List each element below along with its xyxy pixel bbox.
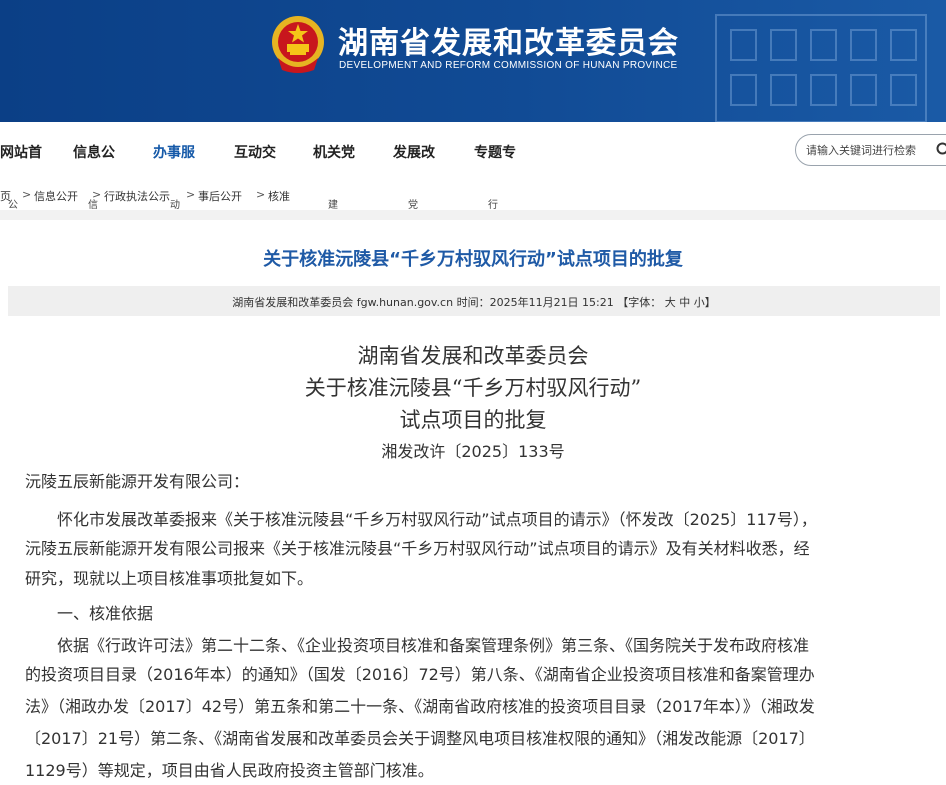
- breadcrumb-info-disclosure[interactable]: 信息公开: [34, 188, 78, 204]
- doc-heading-line: 湖南省发展和改革委员会: [357, 344, 589, 368]
- dropdown-ghost-text: 建: [328, 200, 338, 211]
- dropdown-ghost-text: 公: [8, 200, 18, 211]
- nav-party[interactable]: 机关党: [313, 142, 355, 162]
- breadcrumb-separator: >: [186, 188, 196, 201]
- search-input[interactable]: [806, 135, 946, 165]
- breadcrumb-enforcement[interactable]: 行政执法公示: [104, 188, 170, 204]
- article-meta: 湖南省发展和改革委员会 fgw.hunan.gov.cn 时间：2025年11月…: [232, 296, 716, 309]
- article-meta-bar: 湖南省发展和改革委员会 fgw.hunan.gov.cn 时间：2025年11月…: [8, 286, 940, 316]
- doc-heading-line: 试点项目的批复: [399, 408, 547, 432]
- paragraph-line: 法》（湘政办发〔2017〕42号）第五条和第二十一条、《湖南省政府核准的投资项目…: [25, 697, 815, 716]
- doc-heading-line: 关于核准沅陵县“千乡万村驭风行动”: [304, 376, 642, 400]
- nav-topics[interactable]: 专题专: [474, 142, 516, 162]
- article-title: 关于核准沅陵县“千乡万村驭风行动”试点项目的批复: [263, 249, 683, 270]
- breadcrumb-separator: >: [256, 188, 266, 201]
- paragraph-line: 依据《行政许可法》第二十二条、《企业投资项目核准和备案管理条例》第三条、《国务院…: [57, 636, 810, 655]
- breadcrumb: 页 > 信息公开 > 行政执法公示 > 事后公开 > 核准 公 信 动 建 党 …: [0, 186, 946, 211]
- section-heading: 一、核准依据: [57, 604, 154, 623]
- nav-info-disclosure[interactable]: 信息公: [73, 142, 115, 162]
- breadcrumb-separator: >: [22, 188, 32, 201]
- nav-interaction[interactable]: 互动交: [234, 142, 276, 162]
- search-icon[interactable]: [936, 142, 946, 158]
- paragraph-line: 1129号）等规定，项目由省人民政府投资主管部门核准。: [25, 761, 434, 780]
- nav-services[interactable]: 办事服: [153, 142, 195, 162]
- nav-development[interactable]: 发展改: [393, 142, 435, 162]
- paragraph-line: 〔2017〕21号）第二条、《湖南省发展和改革委员会关于调整风电项目核准权限的通…: [25, 729, 815, 748]
- paragraph-line: 沅陵五辰新能源开发有限公司报来《关于核准沅陵县“千乡万村驭风行动”试点项目的请示…: [25, 539, 810, 558]
- doc-number: 湘发改许〔2025〕133号: [381, 442, 565, 461]
- nav-home[interactable]: 网站首: [0, 142, 42, 162]
- dropdown-ghost-text: 信: [88, 200, 98, 211]
- breadcrumb-post-disclosure[interactable]: 事后公开: [198, 188, 242, 204]
- dropdown-ghost-text: 动: [170, 200, 180, 211]
- paragraph-line: 怀化市发展改革委报来《关于核准沅陵县“千乡万村驭风行动”试点项目的请示》（怀发改…: [57, 510, 817, 529]
- dropdown-ghost-text: 党: [408, 200, 418, 211]
- national-emblem-icon: [272, 16, 324, 73]
- section-divider: [0, 210, 946, 220]
- addressee: 沅陵五辰新能源开发有限公司：: [25, 472, 250, 491]
- breadcrumb-current: 核准: [268, 190, 290, 203]
- building-illustration-icon: [715, 14, 927, 122]
- paragraph-line: 的投资项目目录（2016年本）的通知》（国发〔2016〕72号）第八条、《湖南省…: [25, 665, 815, 684]
- site-title: 湖南省发展和改革委员会: [338, 26, 679, 61]
- paragraph-line: 研究，现就以上项目核准事项批复如下。: [25, 569, 314, 588]
- header-banner: 湖南省发展和改革委员会 DEVELOPMENT AND REFORM COMMI…: [0, 0, 946, 122]
- site-subtitle: DEVELOPMENT AND REFORM COMMISSION OF HUN…: [339, 60, 678, 71]
- search-box: [795, 134, 946, 166]
- dropdown-ghost-text: 行: [488, 200, 498, 211]
